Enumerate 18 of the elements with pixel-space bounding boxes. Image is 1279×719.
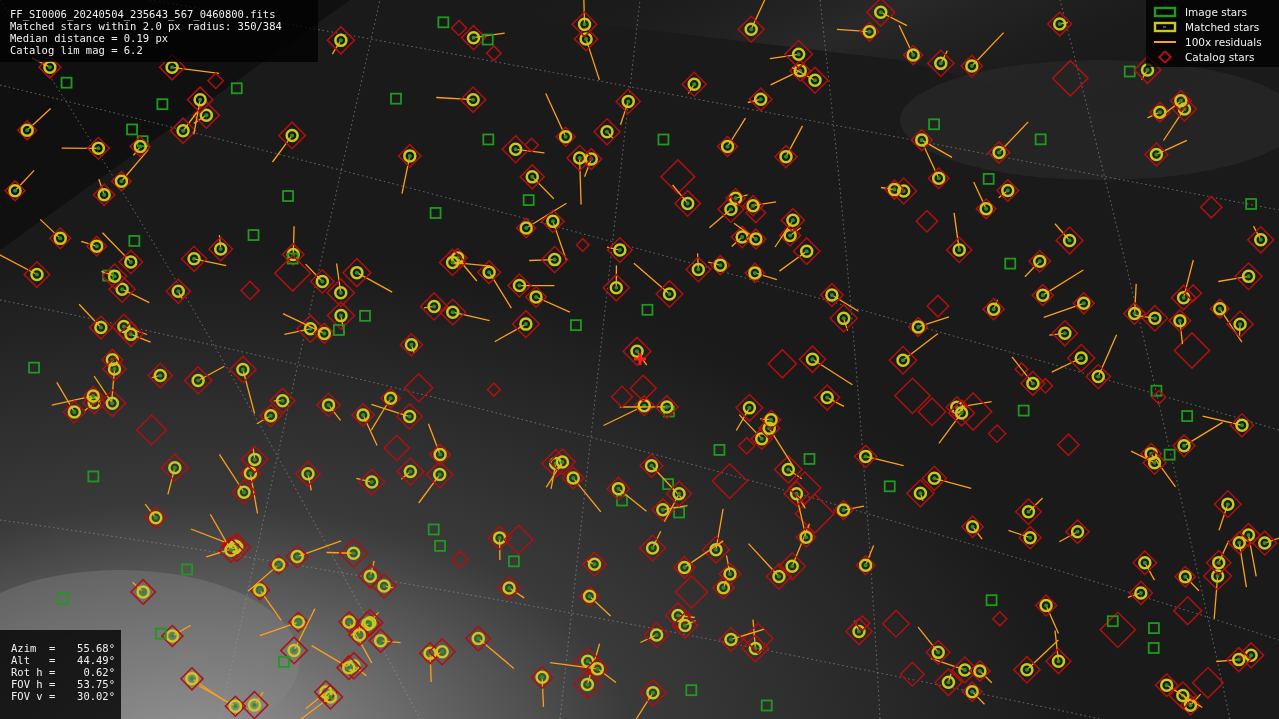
legend-label: Matched stars [1185, 21, 1260, 33]
parameter-label: Rot h = [11, 666, 56, 678]
parameter-value: 30.02° [76, 690, 115, 702]
info-text: Matched stars within 2.0 px radius: 350/384 [10, 20, 283, 32]
parameter-label: Alt = [11, 654, 56, 666]
legend-label: Catalog stars [1185, 51, 1255, 63]
parameter-value: 55.68° [76, 642, 115, 654]
parameter-value: 0.62° [82, 666, 115, 678]
info-text: FF_SI0006_20240504_235643_567_0460800.fits [10, 8, 277, 20]
parameter-value: 53.75° [76, 678, 115, 690]
parameter-label: FOV v = [11, 690, 56, 702]
parameter-label: Azim = [11, 642, 56, 654]
legend-label: Image stars [1185, 6, 1248, 18]
legend-label: 100x residuals [1185, 36, 1262, 48]
info-text: Median distance = 0.19 px [10, 32, 170, 44]
parameter-label: FOV h = [11, 678, 56, 690]
info-text: Catalog lim mag = 6.2 [10, 44, 144, 56]
parameter-value: 44.49° [76, 654, 115, 666]
